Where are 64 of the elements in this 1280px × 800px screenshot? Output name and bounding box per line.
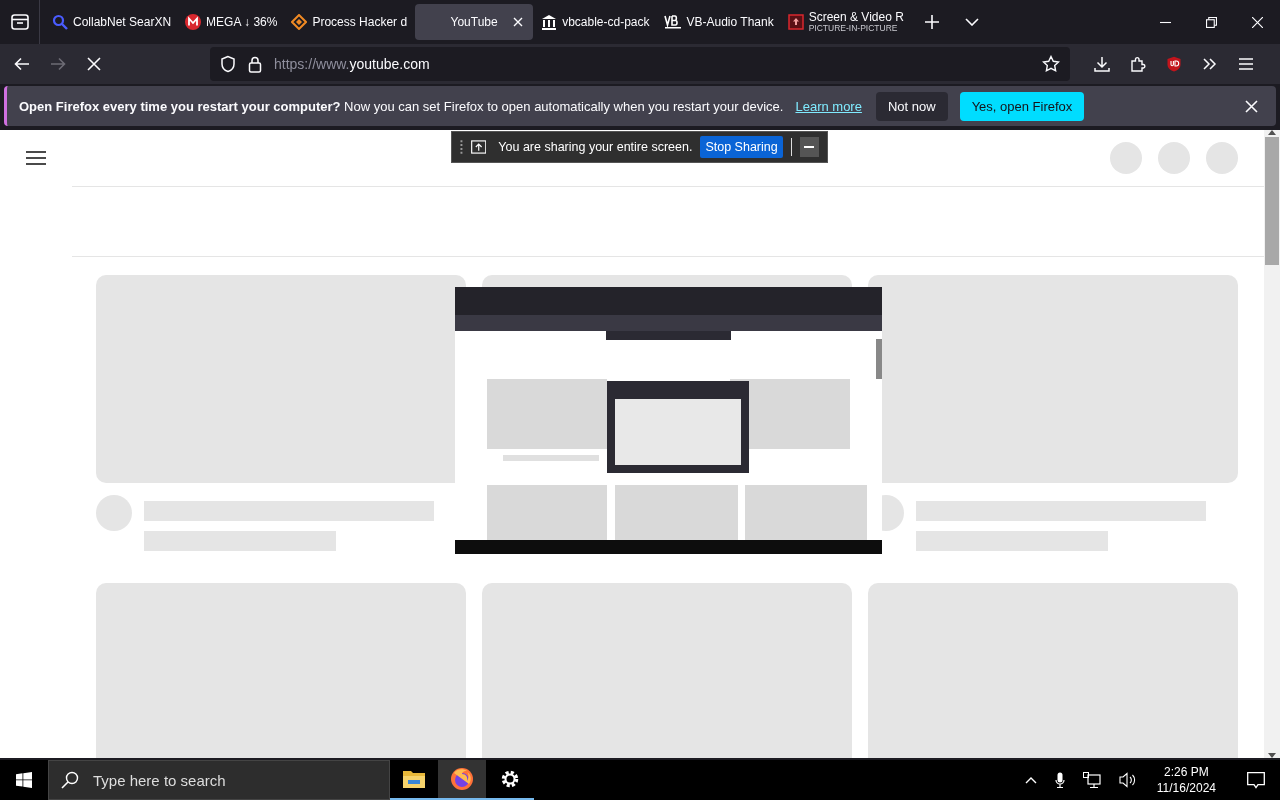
network-icon bbox=[1082, 772, 1101, 788]
browser-tab[interactable]: CollabNet SearXN bbox=[46, 4, 178, 40]
sharing-message: You are sharing your entire screen. bbox=[498, 140, 693, 154]
mega-icon bbox=[185, 14, 202, 30]
gear-icon bbox=[499, 768, 521, 790]
drag-handle-icon[interactable] bbox=[460, 139, 463, 155]
notification-message: Open Firefox every time you restart your computer? Now you can set Firefox to open automatically when you restart your device. bbox=[19, 98, 784, 114]
scrollbar-thumb[interactable] bbox=[1265, 137, 1279, 265]
download-icon bbox=[1094, 56, 1110, 72]
menu-icon bbox=[26, 151, 46, 165]
diamond-icon bbox=[291, 14, 308, 30]
placeholder-circle bbox=[1158, 142, 1190, 174]
taskbar-app-button[interactable] bbox=[438, 760, 486, 800]
minimize-icon bbox=[804, 146, 815, 148]
learn-more-link[interactable]: Learn more bbox=[795, 98, 862, 114]
confirm-button[interactable]: Yes, open Firefox bbox=[959, 91, 1085, 121]
shield-logo-icon bbox=[1166, 56, 1182, 72]
scrollbar[interactable] bbox=[1264, 130, 1280, 758]
forward-arrow-icon bbox=[50, 56, 66, 72]
vb-logo-icon bbox=[663, 14, 682, 30]
speech-bubble-icon bbox=[1247, 771, 1265, 789]
chevron-up-icon bbox=[1024, 776, 1037, 784]
search-icon bbox=[61, 771, 79, 789]
hide-bar-button[interactable] bbox=[799, 137, 819, 157]
close-icon bbox=[1251, 16, 1263, 28]
placeholder-circle bbox=[1206, 142, 1238, 174]
magnifier-icon bbox=[52, 14, 68, 30]
placeholder-avatar bbox=[96, 495, 132, 531]
up-arrow-icon bbox=[1268, 130, 1276, 135]
restore-icon bbox=[1205, 16, 1217, 28]
back-arrow-icon bbox=[14, 56, 30, 72]
close-icon[interactable] bbox=[513, 17, 524, 27]
stop-icon bbox=[86, 56, 102, 72]
chevron-down-icon bbox=[964, 18, 979, 26]
menu-button[interactable] bbox=[26, 151, 46, 165]
browser-tab[interactable]: YouTube bbox=[415, 4, 534, 40]
tray-icon bbox=[10, 14, 29, 30]
microphone-icon bbox=[1054, 772, 1065, 788]
lock-icon[interactable] bbox=[248, 55, 262, 73]
dismiss-button[interactable]: Not now bbox=[875, 91, 948, 121]
stop-sharing-button[interactable]: Stop Sharing bbox=[700, 136, 783, 158]
bank-icon bbox=[541, 14, 558, 30]
plus-icon bbox=[924, 15, 939, 29]
browser-tab[interactable]: Process Hacker d bbox=[285, 4, 414, 40]
menu-icon bbox=[1238, 56, 1254, 72]
shield-icon[interactable] bbox=[220, 55, 236, 73]
placeholder-circle bbox=[1110, 142, 1142, 174]
puzzle-icon bbox=[1130, 56, 1146, 72]
browser-tab[interactable]: MEGA ↓ 36% bbox=[179, 4, 284, 40]
screen-record-icon bbox=[787, 14, 804, 30]
screen-share-icon bbox=[470, 140, 487, 154]
clock[interactable]: 2:26 PM 11/16/2024 bbox=[1150, 764, 1222, 796]
down-arrow-icon bbox=[1268, 753, 1276, 758]
browser-tab[interactable]: Screen & Video R PICTURE-IN-PICTURE bbox=[781, 4, 910, 40]
firefox-icon bbox=[450, 767, 474, 791]
browser-tab[interactable]: vbcable-cd-pack bbox=[535, 4, 656, 40]
star-icon[interactable] bbox=[1042, 55, 1060, 73]
double-chevron-icon bbox=[1202, 56, 1218, 72]
speaker-icon bbox=[1118, 772, 1137, 788]
close-icon bbox=[1245, 99, 1258, 113]
browser-tab[interactable]: VB-Audio Thank bbox=[657, 4, 780, 40]
folder-icon bbox=[402, 769, 426, 789]
search-field[interactable]: Type here to search bbox=[48, 760, 390, 800]
windows-logo-icon bbox=[16, 772, 32, 788]
